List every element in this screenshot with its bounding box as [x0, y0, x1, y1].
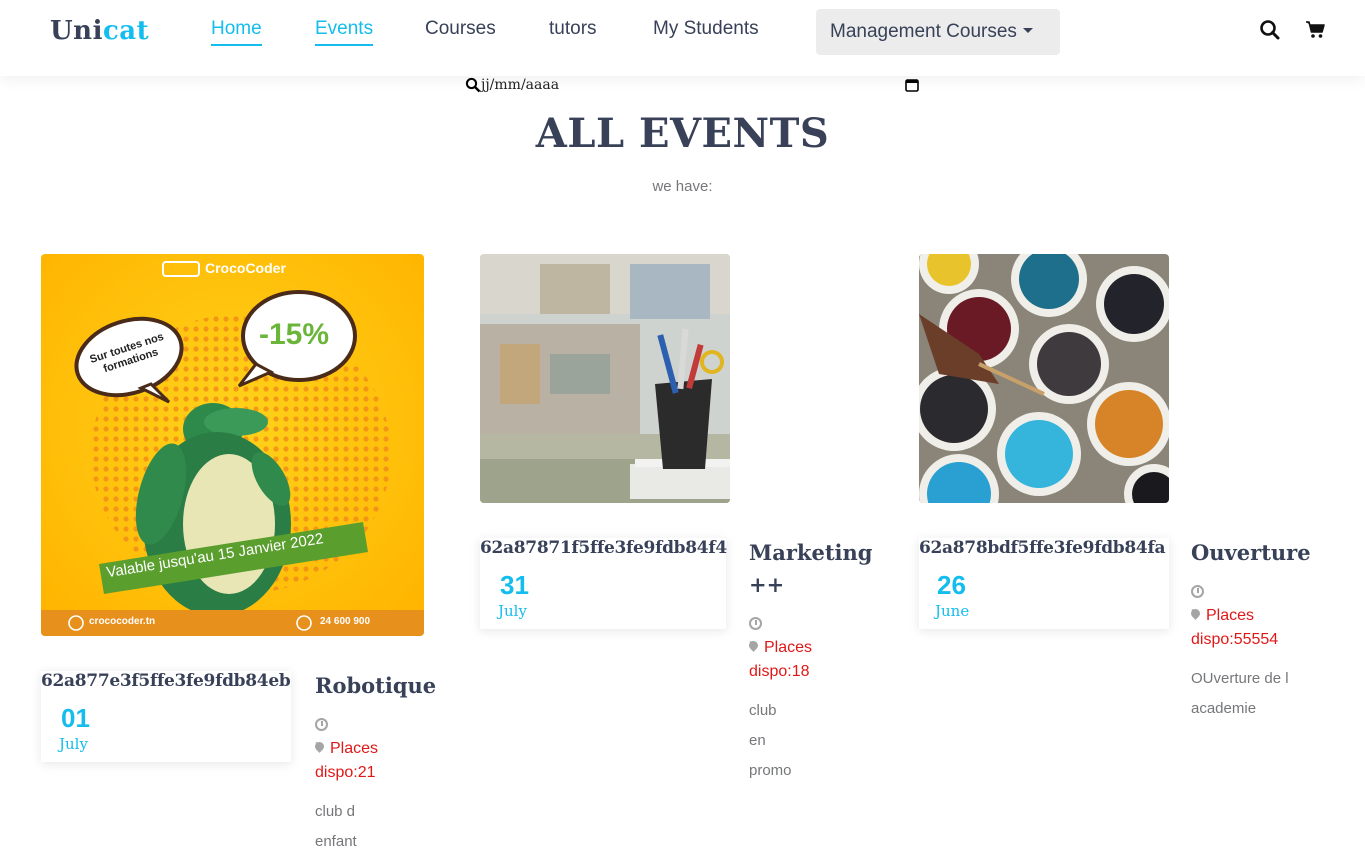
- promo-site: crococoder.tn: [89, 616, 156, 627]
- event-title[interactable]: Marketing ++: [749, 537, 879, 601]
- location-pin-icon: [1189, 607, 1202, 620]
- event-image-promo[interactable]: CrocoCoder Sur toutes nos formations -15…: [41, 254, 424, 636]
- site-logo[interactable]: Unicat: [50, 16, 149, 46]
- clock-icon: [1191, 585, 1204, 598]
- promo-phone: 24 600 900: [320, 616, 371, 627]
- event-description: club d enfant: [315, 803, 357, 850]
- promo-discount: -15%: [259, 318, 330, 351]
- event-title[interactable]: Ouverture: [1191, 537, 1331, 569]
- event-image-classroom[interactable]: [480, 254, 730, 503]
- nav-events[interactable]: Events: [315, 18, 374, 46]
- top-navbar: Unicat Home Events Courses tutors My Stu…: [0, 0, 1365, 76]
- event-day: 01: [61, 703, 90, 733]
- event-id: 62a878bdf5ffe3fe9fdb84fa: [919, 538, 1166, 558]
- date-input[interactable]: jj/mm/aaaa: [481, 76, 921, 94]
- event-title[interactable]: Robotique: [315, 670, 436, 702]
- location-pin-icon: [747, 639, 760, 652]
- event-date-box: 62a87871f5ffe3fe9fdb84f4 31 July: [480, 538, 727, 629]
- clock-icon: [315, 718, 328, 731]
- dropdown-label: Management Courses: [830, 21, 1017, 42]
- search-icon[interactable]: [1259, 19, 1281, 41]
- event-month: June: [935, 602, 970, 620]
- event-description: OUverture de l academie: [1191, 670, 1289, 717]
- nav-tutors[interactable]: tutors: [549, 18, 597, 44]
- event-places: Places dispo:55554: [1189, 604, 1301, 652]
- page-subtitle: we have:: [652, 178, 713, 195]
- clock-icon: [749, 617, 762, 630]
- event-day: 31: [500, 570, 529, 600]
- event-places-value: Places dispo:55554: [1191, 607, 1279, 648]
- event-id: 62a87871f5ffe3fe9fdb84f4: [480, 538, 727, 558]
- nav-home[interactable]: Home: [211, 18, 262, 46]
- event-date-box: 62a878bdf5ffe3fe9fdb84fa 26 June: [919, 538, 1169, 629]
- event-month: July: [498, 602, 527, 620]
- caret-down-icon: [1022, 28, 1033, 33]
- event-places: Places dispo:21: [313, 737, 395, 785]
- logo-text-accent: cat: [102, 16, 150, 46]
- cart-icon[interactable]: [1305, 19, 1327, 41]
- event-date-box: 62a877e3f5ffe3fe9fdb84eb 01 July: [41, 671, 291, 762]
- location-pin-icon: [313, 740, 326, 753]
- event-description: club en promo: [749, 702, 792, 779]
- event-image-paint[interactable]: [919, 254, 1169, 503]
- event-month: July: [59, 735, 88, 753]
- event-id: 62a877e3f5ffe3fe9fdb84eb: [41, 671, 291, 691]
- date-filter-bar: jj/mm/aaaa: [465, 76, 921, 96]
- event-day: 26: [937, 570, 966, 600]
- nav-my-students[interactable]: My Students: [653, 18, 759, 44]
- management-courses-dropdown[interactable]: Management Courses: [816, 9, 1060, 55]
- search-icon[interactable]: [465, 77, 481, 93]
- nav-courses[interactable]: Courses: [425, 18, 496, 44]
- event-places: Places dispo:18: [747, 636, 829, 684]
- page-title: ALL EVENTS: [535, 110, 830, 157]
- calendar-icon[interactable]: [905, 78, 919, 92]
- logo-text: Uni: [50, 16, 103, 46]
- promo-brand: CrocoCoder: [205, 260, 286, 276]
